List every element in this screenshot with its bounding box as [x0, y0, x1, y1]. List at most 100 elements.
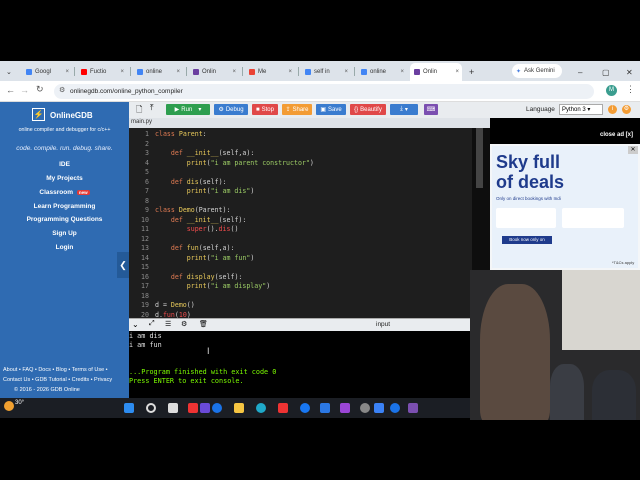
weather-icon[interactable]: [4, 401, 14, 411]
code-line: def display(self):: [170, 272, 243, 281]
scroll-thumb[interactable]: [476, 128, 483, 188]
sidebar-collapse-button[interactable]: ❮: [117, 252, 129, 278]
footer-links[interactable]: Contact Us • GDB Tutorial • Credits • Pr…: [3, 377, 112, 383]
close-icon[interactable]: ×: [120, 69, 124, 75]
task-view-icon[interactable]: [168, 403, 178, 413]
code-editor[interactable]: 1 class Parent: 2 3 def __init__(self,a): 4 …: [129, 128, 472, 318]
line-number: 12: [141, 234, 149, 243]
file-tab[interactable]: main.py: [131, 119, 152, 125]
gemini-label: Ask Gemini: [524, 68, 555, 74]
close-icon[interactable]: ×: [288, 69, 292, 75]
start-icon[interactable]: [124, 403, 134, 413]
app-icon[interactable]: [278, 403, 288, 413]
download-button[interactable]: ⤓ ▾: [390, 104, 418, 115]
chrome-icon[interactable]: [390, 403, 400, 413]
bug-icon: ⚙: [218, 107, 224, 113]
share-button[interactable]: ⇪ Share: [282, 104, 312, 115]
search-icon[interactable]: [146, 403, 156, 413]
app-icon[interactable]: [188, 403, 198, 413]
close-icon[interactable]: ×: [232, 69, 236, 75]
debug-label: Debug: [225, 106, 244, 113]
browser-tab[interactable]: online ×: [357, 63, 407, 81]
avatar[interactable]: M: [606, 85, 617, 96]
back-icon[interactable]: ←: [6, 85, 15, 95]
stop-button[interactable]: ■ Stop: [252, 104, 278, 115]
beautify-icon: {}: [354, 106, 359, 113]
footer-links[interactable]: About • FAQ • Docs • Blog • Terms of Use…: [3, 367, 108, 373]
gear-icon[interactable]: ⚙: [181, 320, 187, 328]
tab-label: online: [146, 69, 163, 75]
site-info-icon[interactable]: ⚙: [59, 86, 65, 94]
app-icon[interactable]: [408, 403, 418, 413]
sidebar-item-my-projects[interactable]: My Projects: [0, 175, 129, 182]
sidebar-item-learn-programming[interactable]: Learn Programming: [0, 203, 129, 210]
sidebar-item-sign-up[interactable]: Sign Up: [0, 230, 129, 237]
url-field[interactable]: ⚙ onlinegdb.com/online_python_compiler: [54, 84, 594, 99]
ad-banner[interactable]: Sky full of deals Only on direct booking…: [492, 146, 638, 268]
browser-tab[interactable]: Googl ×: [22, 63, 72, 81]
language-select[interactable]: Python 3 ▾: [559, 104, 603, 115]
brand-logo[interactable]: ⚡ OnlineGDB online compiler and debugger…: [0, 104, 129, 140]
browser-tab[interactable]: self in ×: [301, 63, 351, 81]
settings-icon[interactable]: [360, 403, 370, 413]
menu-icon[interactable]: ⋮: [626, 84, 635, 95]
ask-gemini-button[interactable]: ✦ Ask Gemini: [512, 64, 562, 78]
browser-tab[interactable]: Onlin ×: [189, 63, 239, 81]
expand-icon[interactable]: ⤢: [149, 320, 155, 328]
beautify-button[interactable]: {} Beautify: [350, 104, 386, 115]
sidebar-item-login[interactable]: Login: [0, 244, 129, 251]
ad-cta[interactable]: Book now only on: [502, 236, 552, 244]
facebook-icon[interactable]: [300, 403, 310, 413]
webcam-wall: [562, 270, 640, 350]
debug-button[interactable]: ⚙ Debug: [214, 104, 248, 115]
media-player-icon[interactable]: [340, 403, 350, 413]
forward-icon[interactable]: →: [20, 85, 29, 95]
close-ad-link[interactable]: close ad [x]: [600, 132, 633, 138]
browser-tab-active[interactable]: Onlin ×: [410, 63, 462, 81]
play-icon: ▶: [174, 107, 180, 113]
sidebar-item-programming-questions[interactable]: Programming Questions: [0, 216, 129, 223]
close-icon[interactable]: ×: [344, 69, 348, 75]
ad-close-icon[interactable]: ✕: [628, 146, 638, 154]
minimize-button[interactable]: –: [574, 63, 588, 81]
browser-tab[interactable]: online ×: [133, 63, 183, 81]
app-icon[interactable]: [320, 403, 330, 413]
brand-name: OnlineGDB: [50, 111, 93, 120]
maximize-button[interactable]: ▢: [598, 63, 612, 81]
console-output[interactable]: i am dis i am fun ...Program finished with…: [129, 331, 470, 398]
webcam-person: [480, 284, 550, 420]
gemini-icon: ✦: [516, 68, 522, 75]
app-icon[interactable]: [200, 403, 210, 413]
stop-icon: ■: [256, 106, 260, 113]
app-icon[interactable]: [374, 403, 384, 413]
new-file-icon[interactable]: 🗋: [136, 104, 142, 118]
close-icon[interactable]: ×: [176, 69, 180, 75]
chrome-icon[interactable]: [212, 403, 222, 413]
close-icon[interactable]: ×: [455, 69, 459, 75]
save-button[interactable]: ▣ Save: [316, 104, 346, 115]
sidebar-item-classroom[interactable]: Classroom new: [0, 189, 129, 196]
close-icon[interactable]: ×: [400, 69, 404, 75]
edge-icon[interactable]: [256, 403, 266, 413]
clear-icon[interactable]: 🗑: [199, 320, 208, 328]
meet-icon: [249, 69, 255, 75]
gear-icon[interactable]: ⚙: [622, 105, 631, 114]
run-button[interactable]: ▶ Run ▾: [166, 104, 210, 115]
close-icon[interactable]: ×: [65, 69, 69, 75]
run-label: Run: [181, 106, 193, 113]
terminal-icon[interactable]: ☰: [165, 320, 171, 328]
tab-menu[interactable]: ⌄: [2, 63, 16, 81]
tagline: code. compile. run. debug. share.: [16, 145, 113, 152]
info-icon[interactable]: i: [608, 105, 617, 114]
browser-tab[interactable]: Me ×: [245, 63, 295, 81]
reload-icon[interactable]: ↻: [36, 84, 44, 95]
upload-icon[interactable]: ⤒: [150, 103, 154, 113]
close-window-button[interactable]: ✕: [622, 63, 636, 81]
new-tab-button[interactable]: +: [465, 63, 479, 81]
file-explorer-icon[interactable]: [234, 403, 244, 413]
keyboard-button[interactable]: ⌨: [424, 104, 438, 115]
sidebar-item-ide[interactable]: IDE: [0, 161, 129, 168]
input-label[interactable]: input: [376, 321, 390, 328]
browser-tab[interactable]: Fuctio ×: [77, 63, 127, 81]
chevron-down-icon[interactable]: ⌄: [132, 320, 139, 329]
